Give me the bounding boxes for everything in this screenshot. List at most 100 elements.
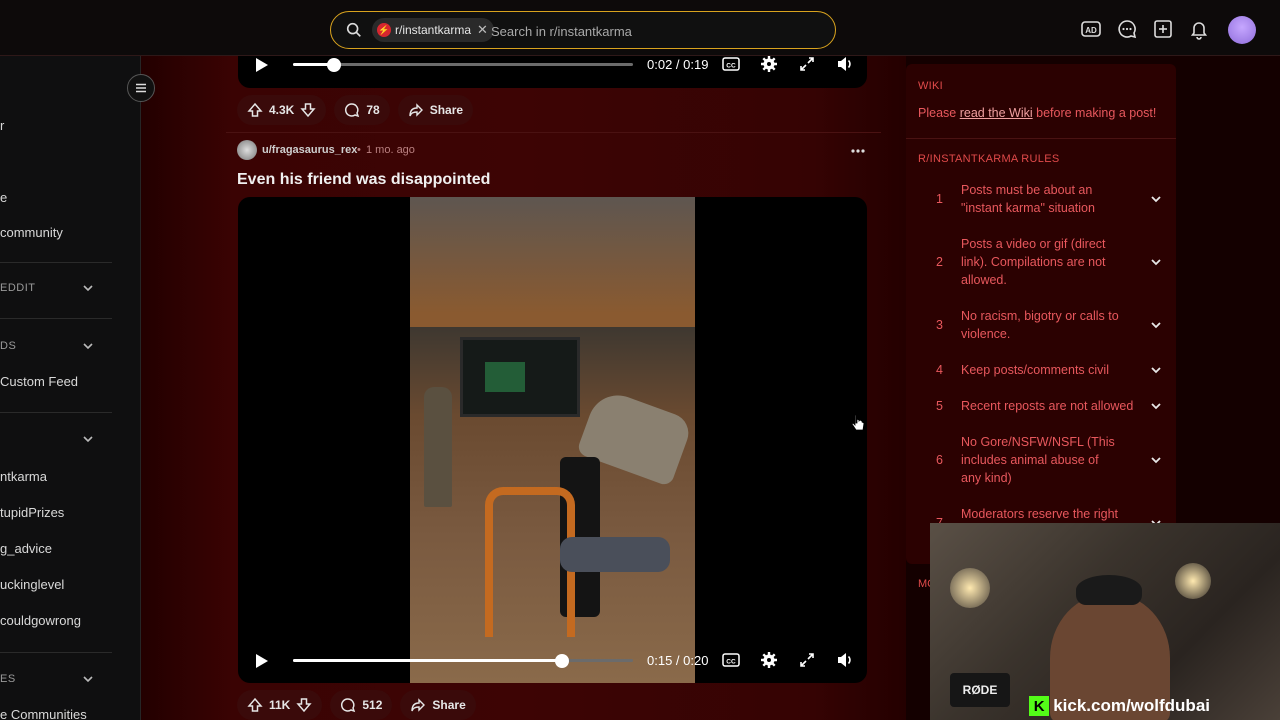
captions-icon[interactable]: CC — [722, 651, 740, 669]
chevron-down-icon[interactable] — [1150, 454, 1162, 466]
divider — [0, 262, 112, 263]
seek-handle[interactable] — [554, 654, 569, 668]
post-author[interactable]: u/fragasaurus_rex — [262, 144, 357, 156]
wiki-link[interactable]: read the Wiki — [960, 106, 1033, 120]
rule-number: 1 — [936, 192, 943, 206]
fullscreen-icon[interactable] — [798, 651, 816, 669]
chevron-down-icon[interactable] — [1150, 400, 1162, 412]
chevron-down-icon[interactable] — [82, 433, 94, 445]
downvote-icon[interactable] — [300, 102, 316, 118]
close-icon[interactable]: ✕ — [477, 22, 488, 38]
avatar[interactable] — [1228, 16, 1256, 44]
rule-number: 3 — [936, 318, 943, 332]
kick-channel-overlay: K kick.com/wolfdubai — [1029, 696, 1210, 716]
sidebar-item-explore[interactable]: e — [0, 190, 7, 205]
wiki-heading: WIKI — [918, 80, 944, 92]
rule-item[interactable]: 1 Posts must be about an "instant karma"… — [918, 181, 1168, 217]
chevron-down-icon[interactable] — [82, 673, 94, 685]
section-head-resources[interactable]: ES — [0, 673, 16, 685]
chevron-down-icon[interactable] — [82, 340, 94, 352]
post-age-separator: • — [357, 144, 361, 156]
chevron-down-icon[interactable] — [1150, 193, 1162, 205]
share-icon — [411, 698, 426, 712]
settings-gear-icon[interactable] — [760, 651, 778, 669]
author-avatar[interactable] — [237, 140, 257, 160]
more-options-icon[interactable] — [850, 144, 866, 158]
sidebar-item-communities[interactable]: e Communities — [0, 707, 87, 720]
rule-text: Recent reposts are not allowed — [961, 399, 1134, 413]
share-button[interactable]: Share — [400, 690, 476, 720]
divider — [906, 138, 1176, 139]
chevron-down-icon[interactable] — [1150, 256, 1162, 268]
seek-bar[interactable] — [293, 58, 633, 72]
chevron-down-icon[interactable] — [1150, 364, 1162, 376]
chevron-down-icon[interactable] — [82, 282, 94, 294]
comments-button[interactable]: 512 — [330, 690, 393, 720]
sidebar-item-community[interactable]: uckinglevel — [0, 577, 64, 592]
rule-item[interactable]: 5 Recent reposts are not allowed — [918, 397, 1168, 415]
sidebar-item-create-custom-feed[interactable]: Custom Feed — [0, 374, 78, 389]
post-title[interactable]: Even his friend was disappointed — [237, 171, 490, 189]
comments-button[interactable]: 78 — [334, 95, 390, 125]
seek-handle[interactable] — [326, 58, 341, 72]
downvote-icon[interactable] — [296, 697, 312, 713]
video-player[interactable]: 0:02 / 0:19 CC — [238, 56, 867, 88]
sidebar-item-community[interactable]: couldgowrong — [0, 613, 81, 628]
video-time: 0:02 / 0:19 — [647, 57, 709, 72]
create-post-icon[interactable] — [1152, 18, 1174, 40]
rule-text: Posts must be about an "instant karma" s… — [961, 183, 1095, 215]
play-icon[interactable] — [252, 652, 270, 670]
section-head-reddit[interactable]: EDDIT — [0, 282, 36, 294]
search-input[interactable] — [491, 20, 811, 42]
chip-label: r/instantkarma — [395, 23, 472, 37]
vote-control: 11K — [237, 690, 323, 720]
settings-gear-icon[interactable] — [760, 56, 778, 73]
captions-icon[interactable]: CC — [722, 56, 740, 73]
hamburger-menu-icon — [136, 83, 146, 93]
chevron-down-icon[interactable] — [1150, 319, 1162, 331]
rules-heading: R/INSTANTKARMA RULES — [918, 153, 1060, 165]
play-icon[interactable] — [252, 56, 270, 74]
upvote-icon[interactable] — [247, 102, 263, 118]
search-icon — [346, 22, 361, 37]
rule-item[interactable]: 4 Keep posts/comments civil — [918, 361, 1168, 379]
collapse-sidebar-button[interactable] — [127, 74, 155, 102]
sidebar-item-community[interactable]: g_advice — [0, 541, 52, 556]
comment-count: 78 — [366, 103, 380, 117]
rule-item[interactable]: 3 No racism, bigotry or calls to violenc… — [918, 307, 1168, 343]
volume-icon[interactable] — [836, 56, 854, 73]
chat-icon[interactable] — [1116, 18, 1138, 40]
rule-item[interactable]: 6 No Gore/NSFW/NSFL (This includes anima… — [918, 433, 1168, 487]
sidebar-item-community[interactable]: ntkarma — [0, 469, 47, 484]
top-bar: ⚡ r/instantkarma ✕ AD — [0, 0, 1280, 56]
video-player[interactable]: 0:15 / 0:20 CC — [238, 197, 867, 683]
notification-bell-icon[interactable] — [1188, 18, 1210, 40]
community-logo-icon: ⚡ — [377, 23, 391, 37]
rule-item[interactable]: 2 Posts a video or gif (direct link). Co… — [918, 235, 1168, 289]
sidebar-item-community[interactable]: tupidPrizes — [0, 505, 64, 520]
seek-bar[interactable] — [293, 654, 633, 668]
share-icon — [409, 103, 423, 117]
search-bar[interactable]: ⚡ r/instantkarma ✕ — [330, 11, 836, 49]
sidebar-item-popular[interactable]: r — [0, 118, 4, 133]
community-info-panel: WIKI Please read the Wiki before making … — [906, 64, 1176, 564]
upvote-icon[interactable] — [247, 697, 263, 713]
divider — [0, 318, 112, 319]
ads-icon[interactable]: AD — [1080, 18, 1102, 40]
sidebar-item-start-community[interactable]: community — [0, 225, 63, 240]
fullscreen-icon[interactable] — [798, 56, 816, 73]
feed: 0:02 / 0:19 CC 4.3K 78 Share u/fragasaur… — [141, 56, 906, 720]
volume-icon[interactable] — [836, 651, 854, 669]
comment-icon — [345, 103, 360, 118]
rule-item[interactable]: 7 Moderators reserve the right — [918, 505, 1168, 530]
rule-text: Posts a video or gif (direct link). Comp… — [961, 237, 1106, 287]
vote-count: 11K — [269, 698, 291, 712]
lamp-glow — [950, 568, 990, 608]
video-controls: 0:15 / 0:20 CC — [238, 646, 867, 676]
rule-text: No racism, bigotry or calls to violence. — [961, 309, 1119, 341]
microphone-brand: RØDE — [950, 673, 1010, 707]
community-filter-chip[interactable]: ⚡ r/instantkarma ✕ — [372, 18, 494, 42]
comment-count: 512 — [362, 698, 383, 712]
section-head-custom-feeds[interactable]: DS — [0, 340, 16, 352]
share-button[interactable]: Share — [397, 95, 474, 125]
